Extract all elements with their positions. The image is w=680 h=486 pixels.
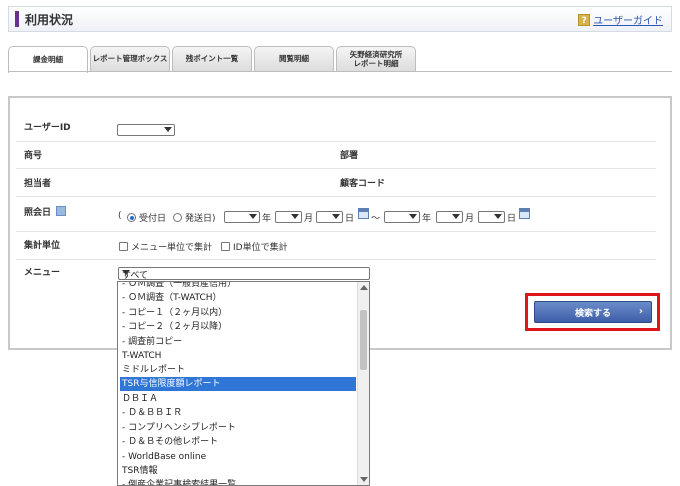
list-item[interactable]: - 倒産企業記事検索結果一覧: [120, 478, 356, 485]
chevron-down-icon: [164, 127, 172, 132]
tab-viewing[interactable]: 閲覧明細: [254, 46, 334, 72]
to-day-select[interactable]: [478, 211, 505, 223]
range-tilde: 〜: [371, 214, 381, 224]
day-unit: 日: [507, 214, 517, 224]
list-item[interactable]: - 調査前コピー: [120, 335, 356, 349]
chevron-down-icon: [249, 214, 257, 219]
row-divider: [16, 196, 656, 197]
list-item[interactable]: - コンプリヘンシブレポート: [120, 421, 356, 435]
day-unit: 日: [345, 214, 355, 224]
sent-date-label: 発送日): [185, 214, 216, 224]
paren-open: (: [118, 211, 122, 221]
aggregation-label: 集計単位: [24, 241, 61, 251]
list-item[interactable]: - Ｄ＆ＢＢＩＲ: [120, 406, 356, 420]
tab-bar: 課金明細 レポート管理ボックス 残ポイント一覧 閲覧明細 矢野経済研究所 レポー…: [8, 46, 416, 73]
tab-divider: [8, 71, 672, 72]
scrollbar-thumb[interactable]: [360, 310, 367, 370]
company-label: 商号: [24, 151, 43, 161]
list-item[interactable]: - WorldBase online: [120, 450, 356, 464]
list-item[interactable]: T-WATCH: [120, 349, 356, 363]
from-day-select[interactable]: [316, 211, 343, 223]
person-label: 担当者: [24, 179, 52, 189]
help-icon: ?: [578, 13, 591, 26]
tab-yano-report[interactable]: 矢野経済研究所 レポート明細: [336, 46, 416, 72]
user-guide-label[interactable]: ユーザーガイド: [593, 12, 663, 27]
year-unit: 年: [422, 214, 432, 224]
list-item[interactable]: TSR情報: [120, 464, 356, 478]
list-item[interactable]: - コピー２（２ヶ月以降）: [120, 320, 356, 334]
calendar-icon[interactable]: [519, 208, 530, 219]
search-button[interactable]: 検索する ›: [534, 301, 652, 323]
to-month-select[interactable]: [436, 211, 463, 223]
to-year-select[interactable]: [384, 211, 420, 223]
user-guide-link[interactable]: ? ユーザーガイド: [578, 12, 663, 27]
list-item[interactable]: - ＯＭ調査（一般資産信用）: [120, 282, 356, 291]
list-item[interactable]: - ＯＭ調査（T-WATCH）: [120, 291, 356, 305]
month-unit: 月: [304, 214, 314, 224]
user-id-select[interactable]: [117, 124, 175, 136]
received-date-radio[interactable]: [127, 213, 136, 222]
year-unit: 年: [262, 214, 272, 224]
sent-date-radio[interactable]: [173, 213, 182, 222]
list-item-highlighted[interactable]: TSR与信限度額レポート: [120, 377, 356, 391]
tab-report-box[interactable]: レポート管理ボックス: [90, 46, 170, 72]
chevron-down-icon: [332, 214, 340, 219]
row-divider: [16, 141, 656, 142]
inquiry-date-label: 照会日: [24, 208, 52, 218]
row-divider: [16, 259, 656, 260]
chevron-down-icon: [291, 214, 299, 219]
tab-billing[interactable]: 課金明細: [8, 46, 88, 73]
month-unit: 月: [465, 214, 475, 224]
agg-id-label: ID単位で集計: [233, 243, 288, 253]
from-month-select[interactable]: [275, 211, 302, 223]
search-button-label: 検索する: [574, 308, 611, 319]
list-item[interactable]: ＤＢＩＡ: [120, 392, 356, 406]
scroll-up-icon[interactable]: [360, 285, 368, 290]
list-item[interactable]: - Ｄ＆Ｂその他レポート: [120, 435, 356, 449]
page-title: 利用状況: [25, 13, 74, 27]
from-year-select[interactable]: [224, 211, 260, 223]
scroll-down-icon[interactable]: [360, 477, 368, 482]
row-divider: [16, 231, 656, 232]
received-date-label: 受付日: [139, 214, 167, 224]
department-label: 部署: [340, 151, 359, 161]
agg-id-checkbox[interactable]: [221, 242, 230, 251]
chevron-down-icon: [494, 214, 502, 219]
menu-select[interactable]: すべて: [118, 267, 370, 281]
calendar-icon[interactable]: [358, 208, 369, 219]
customer-code-label: 顧客コード: [340, 179, 386, 189]
list-item[interactable]: ミドルレポート: [120, 363, 356, 377]
calendar-help-icon[interactable]: [56, 206, 66, 216]
page-header: 利用状況 ? ユーザーガイド: [8, 6, 672, 32]
agg-menu-label: メニュー単位で集計: [131, 243, 213, 253]
chevron-down-icon: [409, 214, 417, 219]
menu-label: メニュー: [24, 268, 61, 278]
tab-points[interactable]: 残ポイント一覧: [172, 46, 252, 72]
menu-dropdown-list[interactable]: - ＯＭ調査（一般資産信用） - ＯＭ調査（T-WATCH） - コピー１（２ヶ…: [117, 281, 370, 486]
agg-menu-checkbox[interactable]: [119, 242, 128, 251]
dropdown-scrollbar[interactable]: [357, 282, 369, 485]
chevron-down-icon: [452, 214, 460, 219]
chevron-down-icon: [122, 270, 130, 275]
list-item[interactable]: - コピー１（２ヶ月以内）: [120, 306, 356, 320]
user-id-label: ユーザーID: [24, 123, 71, 133]
row-divider: [16, 168, 656, 169]
chevron-right-icon: ›: [638, 306, 643, 317]
title-accent-bar: [15, 11, 19, 27]
